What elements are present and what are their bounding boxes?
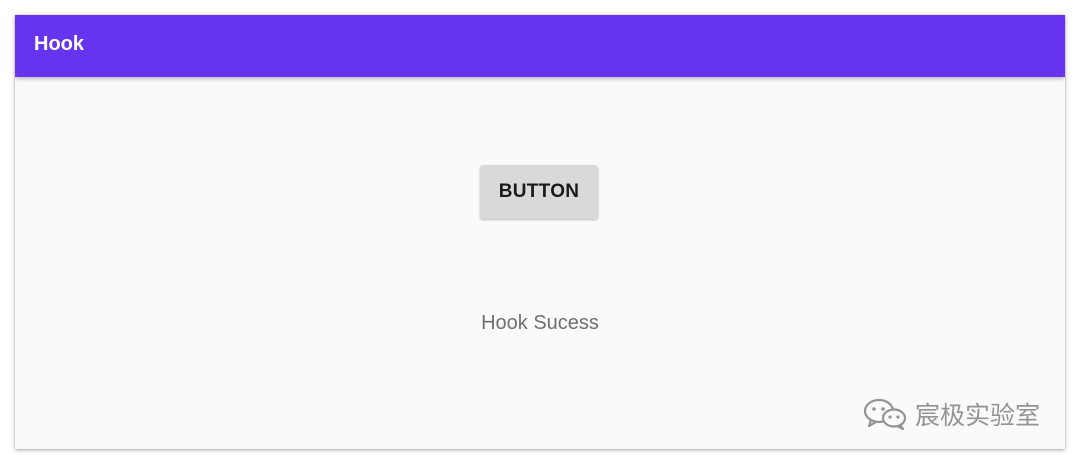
hook-button[interactable]: BUTTON bbox=[480, 165, 598, 219]
app-title: Hook bbox=[34, 33, 84, 55]
wechat-icon bbox=[863, 398, 907, 430]
watermark-text: 宸极实验室 bbox=[915, 401, 1041, 430]
app-window: Hook BUTTON Hook Sucess 宸极实验室 bbox=[15, 15, 1065, 449]
app-bar: Hook bbox=[15, 15, 1065, 77]
watermark: 宸极实验室 bbox=[863, 397, 1040, 431]
status-text: Hook Sucess bbox=[481, 312, 599, 334]
